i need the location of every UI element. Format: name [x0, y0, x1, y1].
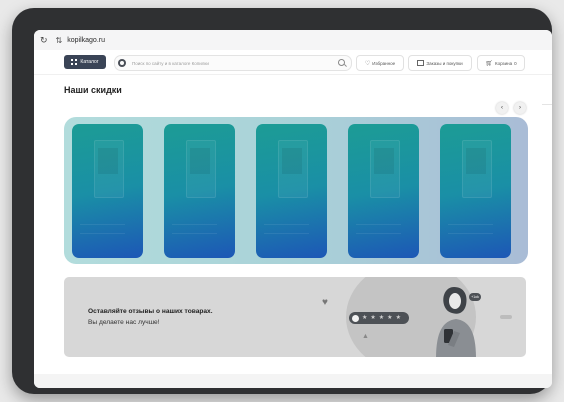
search-bar[interactable]: Поиск по сайту и в каталоге Копилки	[114, 55, 352, 71]
review-banner-title: Оставляйте отзывы о наших товарах.	[88, 308, 213, 315]
review-banner[interactable]: Оставляйте отзывы о наших товарах. Вы де…	[64, 277, 526, 357]
grid-icon	[71, 59, 78, 65]
promo-text-lines	[448, 224, 493, 234]
search-icon[interactable]	[338, 59, 345, 66]
heart-icon: ♥	[322, 297, 328, 308]
reload-icon[interactable]: ↻	[40, 35, 48, 46]
brand-logo-icon	[118, 59, 126, 67]
discounts-carousel	[64, 117, 528, 264]
page-footer-strip	[34, 374, 552, 388]
promo-card[interactable]	[440, 124, 511, 258]
search-placeholder[interactable]: Поиск по сайту и в каталоге Копилки	[132, 61, 209, 66]
orders-button[interactable]: Заказы и покупки	[408, 55, 472, 71]
promo-image-shade	[466, 148, 486, 174]
chevron-right-icon: ›	[519, 105, 521, 111]
promo-text-lines	[356, 224, 401, 234]
promo-text-lines	[172, 224, 217, 234]
like-badge: +1ok	[469, 293, 481, 301]
star-icon: ★	[395, 315, 401, 321]
browser-screen: ↻ ⇅ kopilkago.ru Каталог Поиск по сайту …	[34, 30, 552, 388]
cloud-decoration	[500, 315, 512, 319]
site-header: Каталог Поиск по сайту и в каталоге Копи…	[34, 50, 552, 75]
cart-button[interactable]: 🛒︎ Корзина 0	[477, 55, 525, 71]
rating-pill: ★ ★ ★ ★ ★	[349, 312, 409, 324]
cart-label: Корзина	[494, 60, 513, 66]
cart-count: 0	[514, 60, 517, 66]
thumbs-up-icon: ▲	[362, 333, 369, 340]
catalog-label: Каталог	[80, 59, 99, 65]
cart-icon: 🛒︎	[485, 60, 493, 67]
chevron-left-icon: ‹	[501, 105, 503, 111]
divider	[542, 104, 552, 105]
promo-text-lines	[264, 224, 309, 234]
promo-card[interactable]	[256, 124, 327, 258]
tablet-frame: ↻ ⇅ kopilkago.ru Каталог Поиск по сайту …	[12, 8, 552, 394]
promo-image-shade	[98, 148, 118, 174]
review-banner-subtitle: Вы делаете нас лучше!	[88, 319, 160, 326]
favorites-button[interactable]: ♡ Избранное	[356, 55, 404, 71]
heart-icon: ♡	[364, 60, 371, 67]
promo-text-lines	[80, 224, 125, 234]
carousel-prev-button[interactable]: ‹	[496, 102, 508, 114]
star-icon: ★	[387, 315, 393, 321]
carousel-next-button[interactable]: ›	[514, 102, 526, 114]
browser-address-bar: ↻ ⇅ kopilkago.ru	[34, 30, 552, 51]
promo-card[interactable]	[348, 124, 419, 258]
orders-label: Заказы и покупки	[426, 60, 463, 66]
star-icon: ★	[378, 315, 385, 321]
star-icon: ★	[370, 315, 376, 321]
favorites-label: Избранное	[372, 60, 396, 66]
avatar	[352, 314, 359, 322]
site-info-icon[interactable]: ⇅	[56, 36, 63, 45]
url-text[interactable]: kopilkago.ru	[67, 37, 105, 44]
promo-card[interactable]	[164, 124, 235, 258]
page-title: Наши скидки	[64, 85, 122, 95]
star-icon: ★	[362, 315, 368, 321]
promo-image-shade	[282, 148, 302, 174]
box-icon	[417, 60, 425, 66]
promo-card[interactable]	[72, 124, 143, 258]
promo-image-shade	[374, 148, 394, 174]
promo-image-shade	[190, 148, 210, 174]
catalog-button[interactable]: Каталог	[64, 55, 106, 69]
